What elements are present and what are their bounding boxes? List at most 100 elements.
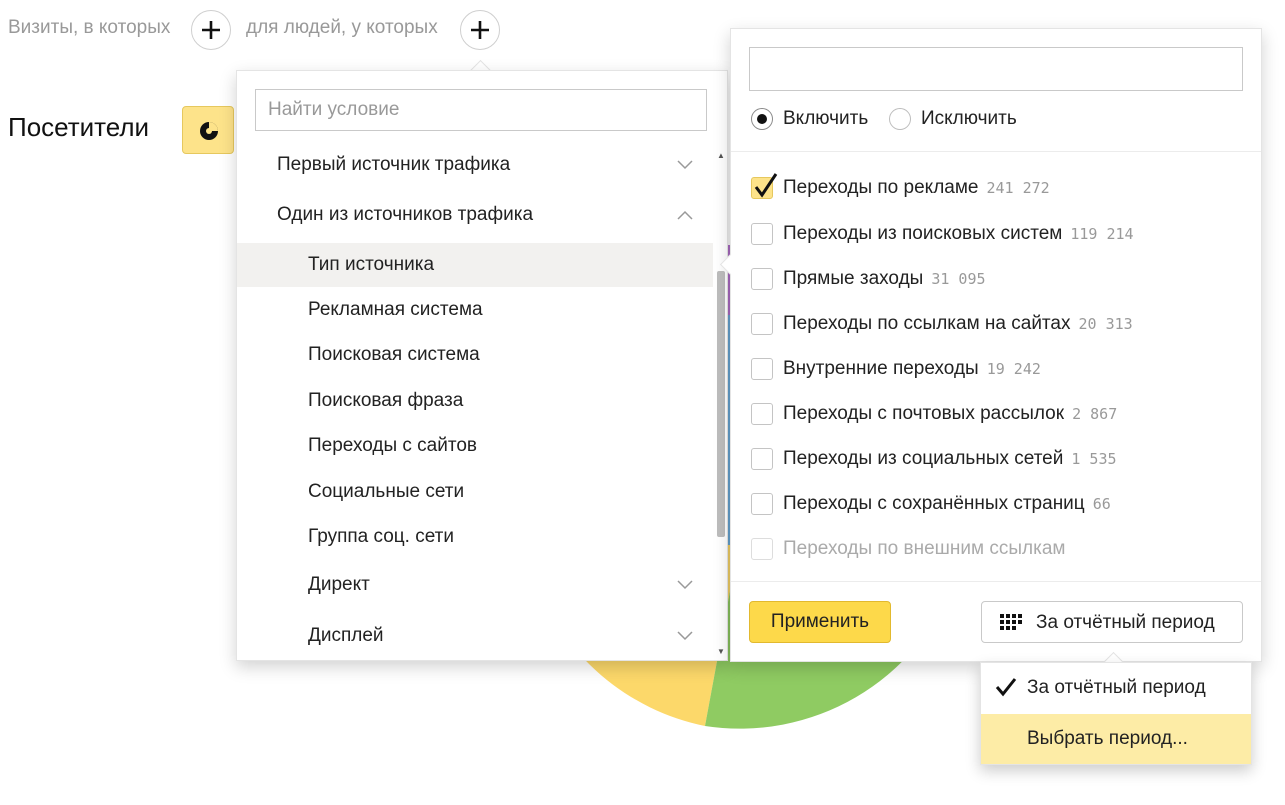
option-label: Переходы по внешним ссылкам [783,538,1065,560]
add-visit-condition-button[interactable] [191,10,231,50]
condition-item-label: Группа соц. сети [308,526,454,547]
plus-icon [202,21,220,39]
option-label-text: Переходы по ссылкам на сайтах [783,313,1071,334]
condition-item[interactable]: Тип источника [237,243,713,287]
condition-search-input[interactable] [255,89,707,131]
option-checkbox[interactable] [751,313,773,335]
condition-item[interactable]: Поисковая система [237,333,713,377]
conditions-dropdown: Первый источник трафика Один из источнико… [236,70,728,661]
condition-item-label: Один из источников трафика [277,204,534,225]
option-checkbox[interactable] [751,268,773,290]
conditions-scrollbar[interactable]: ▲ ▼ [713,151,727,659]
option-checkbox[interactable] [751,448,773,470]
condition-item-label: Директ [308,574,370,595]
scroll-down-arrow[interactable]: ▼ [717,647,725,656]
condition-item[interactable]: Дисплей [237,613,713,659]
option-label: Переходы по ссылкам на сайтах 20 313 [783,313,1133,335]
segmentation-bar: Визиты, в которых для людей, у которых [0,0,520,60]
traffic-option[interactable]: Прямые заходы 31 095 [751,264,1251,294]
page-title: Посетители [8,112,150,142]
condition-item-label: Поисковая фраза [308,390,464,411]
option-label-text: Внутренние переходы [783,358,979,379]
option-count: 119 214 [1070,225,1134,243]
period-option-label: Выбрать период... [1027,728,1188,749]
traffic-option[interactable]: Переходы с сохранённых страниц 66 [751,489,1251,519]
conditions-list: Первый источник трафика Один из источнико… [237,143,713,660]
plus-icon [471,21,489,39]
traffic-option: Переходы по внешним ссылкам [751,534,1251,564]
scroll-thumb[interactable] [717,271,725,537]
option-label: Переходы из поисковых систем 119 214 [783,223,1134,245]
condition-item[interactable]: Поисковая фраза [237,379,713,423]
traffic-option[interactable]: Переходы с почтовых рассылок 2 867 [751,399,1251,429]
option-checkbox[interactable] [751,223,773,245]
period-button[interactable]: За отчётный период [981,601,1243,643]
traffic-option[interactable]: Внутренние переходы 19 242 [751,354,1251,384]
traffic-option[interactable]: Переходы по рекламе 241 272 [751,173,1251,203]
chevron-down-icon[interactable] [677,160,693,170]
chevron-down-icon[interactable] [677,631,693,641]
include-label[interactable]: Включить [783,108,868,130]
traffic-option[interactable]: Переходы из поисковых систем 119 214 [751,219,1251,249]
condition-item[interactable]: Один из источников трафика [237,193,713,237]
include-radio[interactable] [751,108,773,130]
option-label-text: Переходы по внешним ссылкам [783,538,1066,559]
condition-item[interactable]: Переходы с сайтов [237,424,713,468]
condition-item-label: Тип источника [308,254,435,275]
option-label-text: Переходы с почтовых рассылок [783,403,1065,424]
option-checkbox[interactable] [751,403,773,425]
option-label: Переходы с почтовых рассылок 2 867 [783,403,1117,425]
option-label-text: Прямые заходы [783,268,924,289]
add-people-condition-button[interactable] [460,10,500,50]
chevron-up-icon[interactable] [677,210,693,220]
option-count: 241 272 [986,179,1050,197]
option-label: Прямые заходы 31 095 [783,268,986,290]
period-button-label: За отчётный период [1036,612,1215,633]
calendar-icon [1000,614,1022,630]
condition-item-label: Первый источник трафика [277,154,511,175]
option-count: 19 242 [986,360,1041,378]
divider [731,581,1261,582]
condition-item-label: Социальные сети [308,481,465,502]
option-count: 31 095 [931,270,986,288]
traffic-option[interactable]: Переходы по ссылкам на сайтах 20 313 [751,309,1251,339]
condition-item[interactable]: Группа соц. сети [237,515,713,559]
pie-chart-icon [200,122,218,140]
exclude-label[interactable]: Исключить [921,108,1017,130]
period-menu: За отчётный период Выбрать период... [980,662,1252,765]
period-option-choose[interactable]: Выбрать период... [981,714,1251,764]
period-option-report[interactable]: За отчётный период [981,663,1251,713]
check-icon [995,678,1017,697]
condition-item-label: Поисковая система [308,344,480,365]
exclude-radio[interactable] [889,108,911,130]
check-icon [754,173,778,198]
condition-item-label: Рекламная система [308,299,483,320]
scroll-up-arrow[interactable]: ▲ [717,151,725,160]
apply-button[interactable]: Применить [749,601,891,643]
option-label: Внутренние переходы 19 242 [783,358,1041,380]
condition-item[interactable]: Директ [237,562,713,608]
option-checkbox[interactable] [751,358,773,380]
visits-condition-label: Визиты, в которых [8,17,171,38]
period-option-label: За отчётный период [1027,677,1206,698]
chevron-down-icon[interactable] [677,580,693,590]
option-count: 1 535 [1071,450,1117,468]
condition-item-label: Переходы с сайтов [308,435,478,456]
option-label-text: Переходы по рекламе [783,177,979,198]
option-label-text: Переходы из поисковых систем [783,223,1063,244]
option-count: 66 [1092,495,1111,513]
option-label-text: Переходы с сохранённых страниц [783,493,1085,514]
option-label: Переходы с сохранённых страниц 66 [783,493,1111,515]
option-label: Переходы из социальных сетей 1 535 [783,448,1117,470]
condition-item[interactable]: Социальные сети [237,470,713,514]
traffic-option[interactable]: Переходы из социальных сетей 1 535 [751,444,1251,474]
people-condition-label: для людей, у которых [246,17,438,38]
condition-item[interactable]: Рекламная система [237,288,713,332]
condition-item[interactable]: Первый источник трафика [237,143,713,187]
option-checkbox[interactable] [751,173,778,199]
chart-type-button[interactable] [182,106,234,154]
option-count: 2 867 [1072,405,1118,423]
option-checkbox[interactable] [751,493,773,515]
option-label: Переходы по рекламе 241 272 [783,177,1050,199]
filter-search-input[interactable] [749,47,1243,91]
